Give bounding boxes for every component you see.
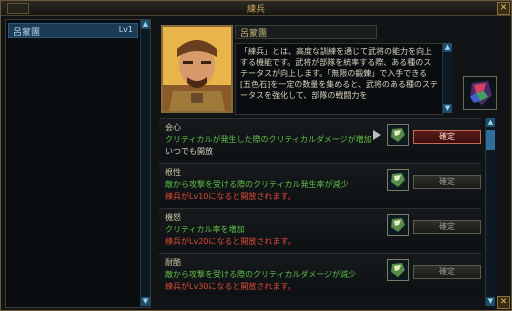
scroll-down-icon[interactable]: ▼ <box>443 104 452 113</box>
scroll-down-icon[interactable]: ▼ <box>141 297 150 306</box>
general-name: 呂蒙團 <box>240 29 268 39</box>
skill-name: 耐酷 <box>165 258 181 267</box>
corner-close-icon[interactable]: ✕ <box>497 296 510 309</box>
skill-entry: 機怒 クリティカル率を増加 練兵がLv20になると開放されます。 確定 <box>159 208 481 250</box>
confirm-button[interactable]: 確定 <box>413 220 481 234</box>
training-description: 「練兵」とは、高度な訓練を通じて武将の能力を向上する機能です。武将が部隊を統率す… <box>235 43 443 115</box>
scroll-up-icon[interactable]: ▲ <box>141 20 150 29</box>
skill-description: 敵から攻撃を受ける際のクリティカルダメージが減少 <box>165 270 357 279</box>
character-list: 呂蒙團 Lv1 ▲ ▼ <box>5 19 151 308</box>
training-window: 練兵 ✕ 呂蒙團 Lv1 ▲ ▼ 呂蒙團 「練兵」とは、高度な訓練を通じて武将の… <box>0 0 512 311</box>
skill-name: 根性 <box>165 168 181 177</box>
character-name: 呂蒙團 <box>13 28 41 38</box>
skill-condition: 練兵がLv30になると開放されます。 <box>165 282 296 291</box>
skill-description: クリティカルが発生した際のクリティカルダメージが増加 <box>165 135 372 144</box>
skill-name: 会心 <box>165 123 181 132</box>
general-name-bar: 呂蒙團 <box>235 25 377 39</box>
window-title: 練兵 <box>246 5 265 15</box>
gem-icon <box>387 169 409 191</box>
character-row[interactable]: 呂蒙團 Lv1 <box>8 23 138 38</box>
skill-condition: 練兵がLv10になると開放されます。 <box>165 192 296 201</box>
skill-description: 敵から攻撃を受ける際のクリティカル発生率が減少 <box>165 180 349 189</box>
gem-icon <box>387 259 409 281</box>
gem-icon <box>387 124 409 146</box>
title-bar[interactable]: 練兵 ✕ <box>1 1 511 16</box>
scroll-thumb[interactable] <box>486 130 495 150</box>
scroll-down-icon[interactable]: ▼ <box>486 297 495 306</box>
general-portrait <box>161 25 233 113</box>
confirm-button[interactable]: 確定 <box>413 130 481 144</box>
five-color-stone-icon <box>463 76 497 110</box>
skill-entry: 根性 敵から攻撃を受ける際のクリティカル発生率が減少 練兵がLv10になると開放… <box>159 163 481 205</box>
selection-arrow-icon <box>373 130 381 140</box>
description-scrollbar[interactable]: ▲ ▼ <box>442 43 452 113</box>
skill-entry: 耐酷 敵から攻撃を受ける際のクリティカルダメージが減少 練兵がLv30になると開… <box>159 253 481 295</box>
skill-condition: いつでも開放 <box>165 147 213 156</box>
description-text: 「練兵」とは、高度な訓練を通じて武将の能力を向上する機能です。武将が部隊を統率す… <box>240 47 438 100</box>
scroll-up-icon[interactable]: ▲ <box>486 118 495 127</box>
confirm-button[interactable]: 確定 <box>413 265 481 279</box>
confirm-button[interactable]: 確定 <box>413 175 481 189</box>
skill-name: 機怒 <box>165 213 181 222</box>
gem-icon <box>387 214 409 236</box>
skill-list: 会心 クリティカルが発生した際のクリティカルダメージが増加 いつでも開放 確定 … <box>159 118 481 306</box>
skill-description: クリティカル率を増加 <box>165 225 245 234</box>
scroll-up-icon[interactable]: ▲ <box>443 43 452 52</box>
character-level: Lv1 <box>118 25 133 34</box>
skill-entry: 会心 クリティカルが発生した際のクリティカルダメージが増加 いつでも開放 確定 <box>159 118 481 160</box>
list-scrollbar[interactable]: ▲ ▼ <box>140 20 150 307</box>
skill-list-scrollbar[interactable]: ▲ ▼ <box>485 118 495 306</box>
skill-condition: 練兵がLv20になると開放されます。 <box>165 237 296 246</box>
close-icon[interactable]: ✕ <box>497 2 510 15</box>
